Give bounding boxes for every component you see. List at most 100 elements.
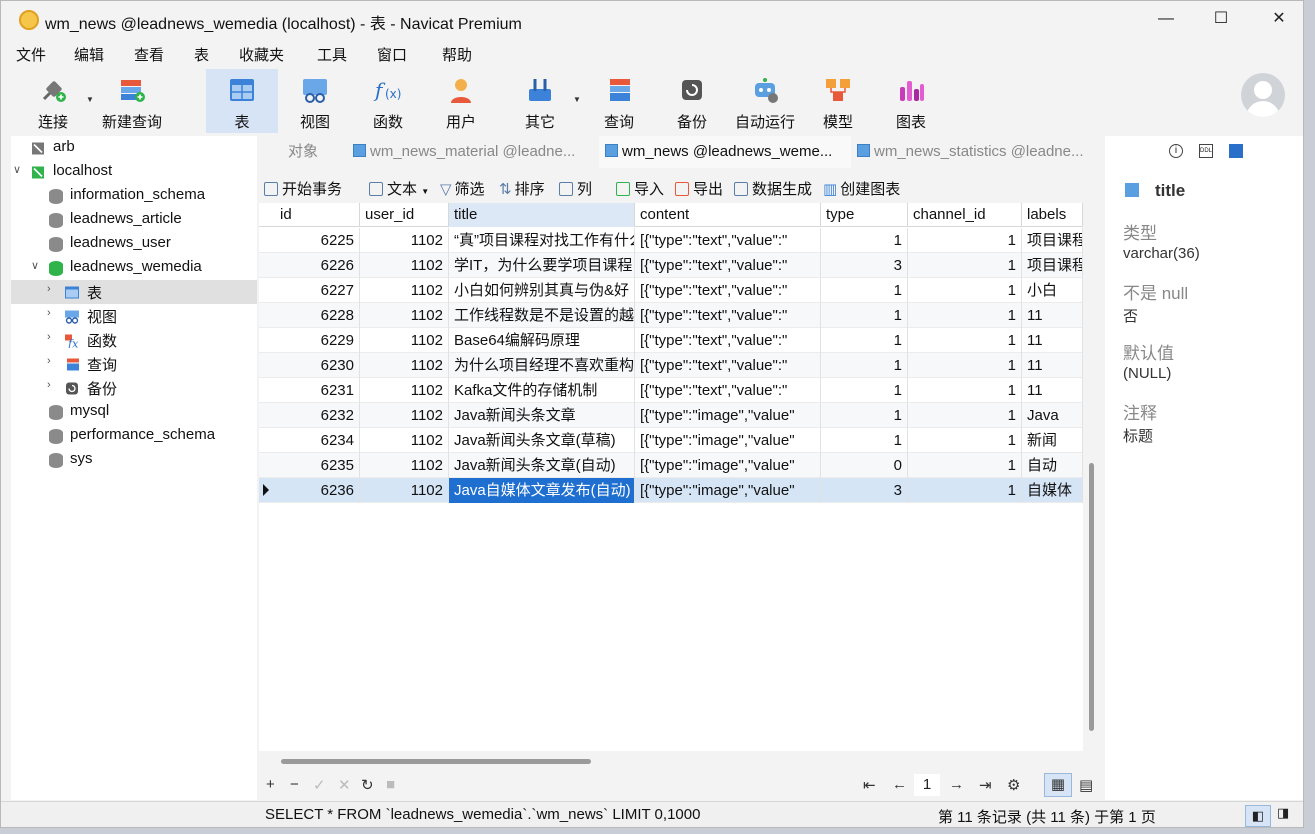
menu-file[interactable]: 文件 [16,44,46,65]
menu-favorites[interactable]: 收藏夹 [239,44,284,65]
cell-channel-id[interactable]: 1 [908,253,1022,278]
avatar[interactable] [1241,73,1285,117]
cell-content[interactable]: [{"type":"image","value" [635,453,821,478]
cell-id[interactable]: 6232 [275,403,360,428]
delete-row-button[interactable]: − [290,776,299,793]
automation-button[interactable]: 自动运行 [731,69,799,133]
tab-objects[interactable]: 对象 [259,136,347,168]
export-button[interactable]: 导出 [675,178,723,199]
discard-button[interactable]: ✕ [338,776,351,794]
begin-transaction-button[interactable]: 开始事务 [264,178,342,199]
tree-node-performance-schema[interactable]: performance_schema [11,424,257,448]
cell-type[interactable]: 3 [821,478,908,503]
table-row[interactable]: 6230 1102 为什么项目经理不喜欢重构 [{"type":"text","val… [259,353,1083,378]
menu-window[interactable]: 窗口 [377,44,407,65]
table-row[interactable]: 6236 1102 Java自媒体文章发布(自动) [{"type":"image",… [259,478,1083,503]
first-page-button[interactable]: ⇤ [863,776,876,794]
table-row[interactable]: 6225 1102 “真”项目课程对找工作有什么 [{"type":"text","v… [259,228,1083,253]
tree-node-localhost[interactable]: ∨ localhost [11,160,257,184]
function-button[interactable]: f (x) 函数 [353,69,423,133]
column-header-user-id[interactable]: user_id [360,203,449,227]
cell-content[interactable]: [{"type":"text","value":" [635,378,821,403]
column-header-labels[interactable]: labels [1022,203,1083,227]
cell-id[interactable]: 6231 [275,378,360,403]
cell-user-id[interactable]: 1102 [360,228,449,253]
cell-id[interactable]: 6228 [275,303,360,328]
cell-id[interactable]: 6230 [275,353,360,378]
cell-type[interactable]: 1 [821,303,908,328]
apply-button[interactable]: ✓ [313,776,326,794]
last-page-button[interactable]: ⇥ [979,776,992,794]
cell-type[interactable]: 0 [821,453,908,478]
cell-title[interactable]: Kafka文件的存储机制 [449,378,635,403]
cell-user-id[interactable]: 1102 [360,403,449,428]
cell-labels[interactable]: Java [1022,403,1083,428]
cell-channel-id[interactable]: 1 [908,303,1022,328]
cell-labels[interactable]: 小白 [1022,278,1083,303]
cell-user-id[interactable]: 1102 [360,303,449,328]
chevron-right-icon[interactable]: › [47,355,51,367]
panel-right-icon[interactable]: ◨ [1277,805,1289,821]
text-view-button[interactable]: 文本 ▼ [369,178,429,199]
tree-node-sys[interactable]: sys [11,448,257,472]
chevron-right-icon[interactable]: › [47,283,51,295]
grid-view-icon[interactable]: ▦ [1044,773,1072,797]
tree-node-leadnews-wemedia[interactable]: ∨ leadnews_wemedia [11,256,257,280]
import-button[interactable]: 导入 [616,178,664,199]
cell-user-id[interactable]: 1102 [360,478,449,503]
cell-content[interactable]: [{"type":"text","value":" [635,303,821,328]
cell-user-id[interactable]: 1102 [360,328,449,353]
cell-id[interactable]: 6225 [275,228,360,253]
other-button[interactable]: 其它 [506,69,574,133]
cell-labels[interactable]: 项目课程 [1022,228,1083,253]
chevron-right-icon[interactable]: › [47,307,51,319]
cell-channel-id[interactable]: 1 [908,403,1022,428]
menu-view[interactable]: 查看 [134,44,164,65]
tree-node-leadnews-article[interactable]: leadnews_article [11,208,257,232]
cell-type[interactable]: 1 [821,428,908,453]
table-row[interactable]: 6232 1102 Java新闻头条文章 [{"type":"image","valu… [259,403,1083,428]
table-row[interactable]: 6228 1102 工作线程数是不是设置的越 [{"type":"text","val… [259,303,1083,328]
cell-type[interactable]: 1 [821,403,908,428]
cell-channel-id[interactable]: 1 [908,228,1022,253]
cell-user-id[interactable]: 1102 [360,378,449,403]
cell-content[interactable]: [{"type":"image","value" [635,403,821,428]
cell-content[interactable]: [{"type":"image","value" [635,478,821,503]
cell-title[interactable]: 工作线程数是不是设置的越 [449,303,635,328]
chevron-down-icon[interactable]: ∨ [31,259,39,272]
minimize-icon[interactable]: — [1151,7,1181,31]
cell-channel-id[interactable]: 1 [908,328,1022,353]
cell-content[interactable]: [{"type":"text","value":" [635,328,821,353]
tree-node-tables[interactable]: › 表 [11,280,257,304]
cell-title[interactable]: 小白如何辨别其真与伪&好 [449,278,635,303]
gear-icon[interactable]: ⚙ [1007,776,1020,794]
cell-labels[interactable]: 项目课程 [1022,253,1083,278]
prev-page-button[interactable]: ← [892,776,907,793]
cell-id[interactable]: 6229 [275,328,360,353]
add-row-button[interactable]: + [266,776,275,793]
create-chart-button[interactable]: ▥ 创建图表 [823,178,900,199]
stop-button[interactable]: ■ [386,776,395,793]
filter-button[interactable]: ▽ 筛选 [440,178,485,199]
backup-button[interactable]: 备份 [659,69,725,133]
column-header-content[interactable]: content [635,203,821,227]
cell-type[interactable]: 1 [821,378,908,403]
cell-content[interactable]: [{"type":"text","value":" [635,278,821,303]
cell-content[interactable]: [{"type":"text","value":" [635,253,821,278]
info-icon[interactable]: i [1169,144,1183,158]
view-button[interactable]: 视图 [281,69,349,133]
tree-node-functions[interactable]: › fx 函数 [11,328,257,352]
table-info-icon[interactable] [1229,144,1243,158]
connect-dropdown-icon[interactable]: ▼ [86,95,94,104]
cell-id[interactable]: 6234 [275,428,360,453]
cell-user-id[interactable]: 1102 [360,353,449,378]
cell-labels[interactable]: 11 [1022,328,1083,353]
ddl-icon[interactable]: DDL [1199,144,1213,158]
chevron-right-icon[interactable]: › [47,331,51,343]
tree-node-leadnews-user[interactable]: leadnews_user [11,232,257,256]
cell-id[interactable]: 6227 [275,278,360,303]
cell-channel-id[interactable]: 1 [908,428,1022,453]
cell-user-id[interactable]: 1102 [360,428,449,453]
column-header-type[interactable]: type [821,203,908,227]
table-row[interactable]: 6234 1102 Java新闻头条文章(草稿) [{"type":"image","… [259,428,1083,453]
